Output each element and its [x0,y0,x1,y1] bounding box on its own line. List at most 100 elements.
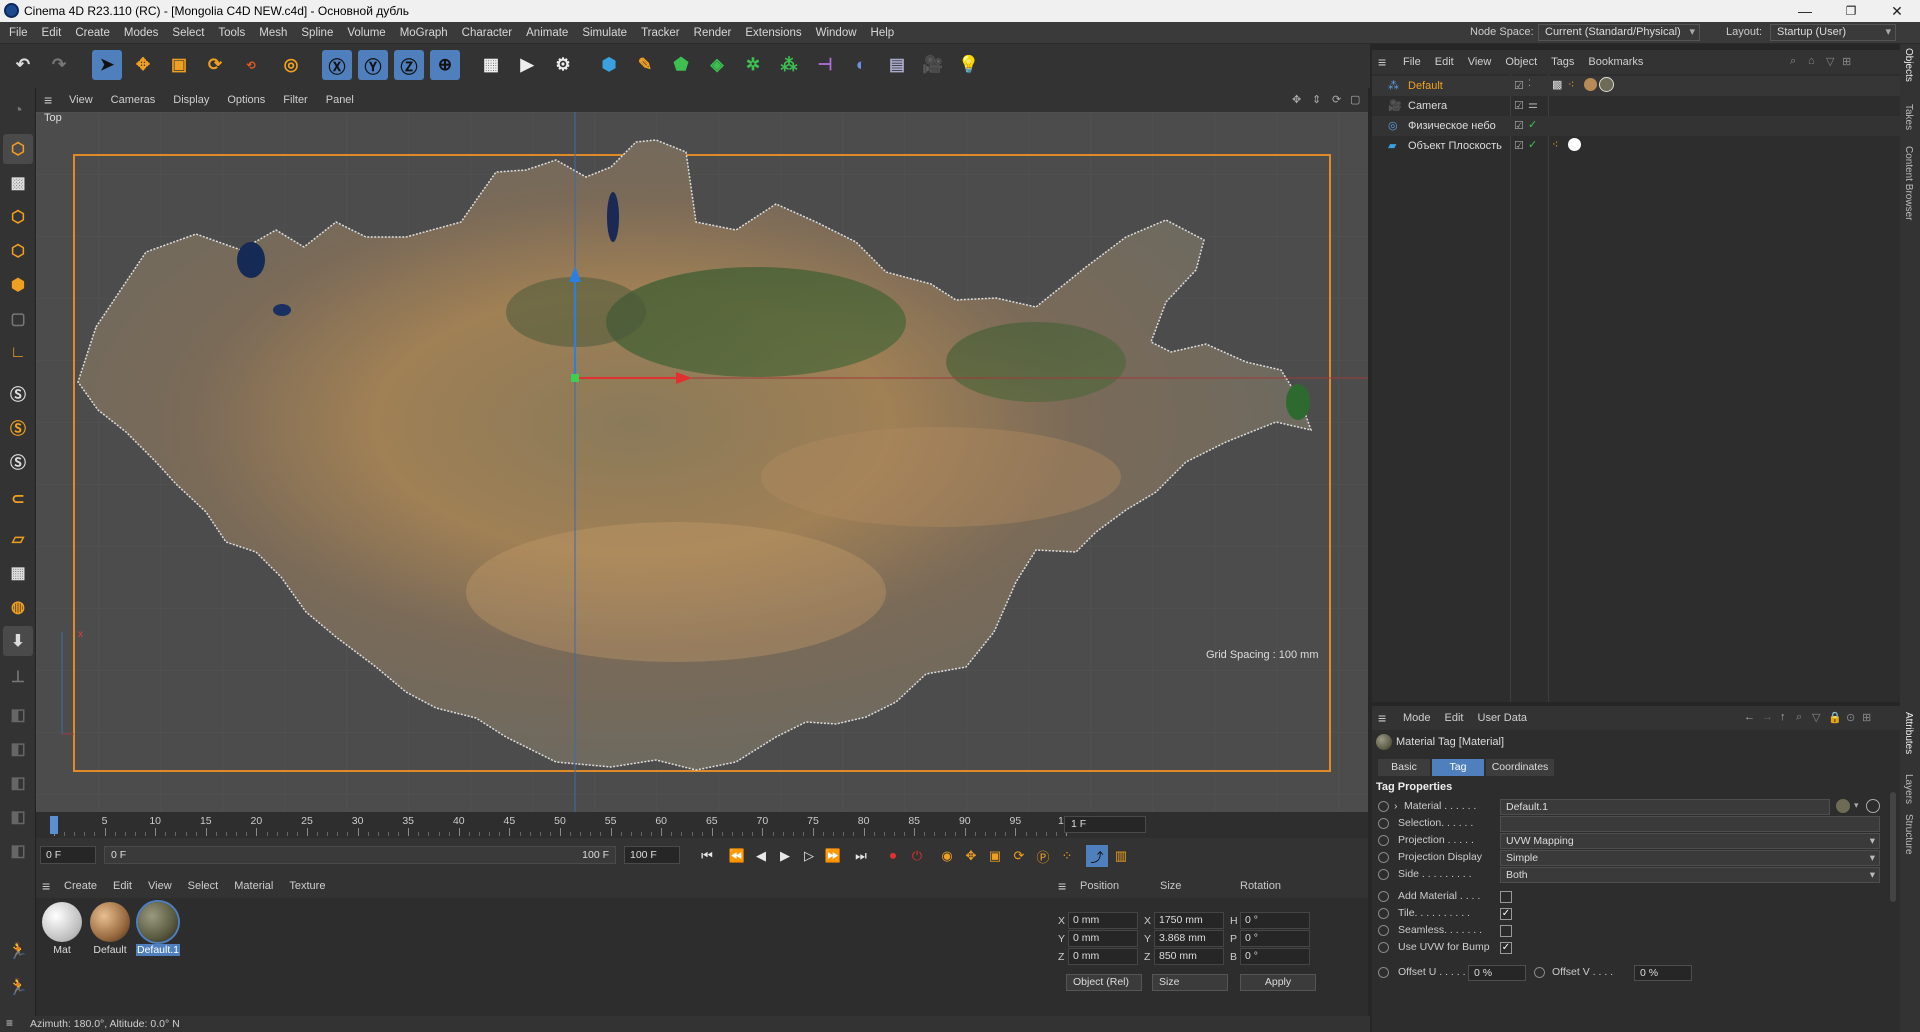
close-button[interactable]: ✕ [1874,0,1920,22]
material-menu-item-3[interactable]: Select [180,874,227,898]
camera-icon[interactable]: 🎥 [918,50,948,80]
go-to-start-icon[interactable]: ⏮ [696,845,718,867]
minimize-button[interactable]: — [1782,0,1828,22]
next-frame-icon[interactable]: ▷ [798,845,820,867]
object-add-icon[interactable]: ⊞ [1842,55,1851,68]
points-mode-icon[interactable]: ⬡ [3,202,33,232]
menu-item-10[interactable]: Character [455,22,520,44]
keyframe-radio-icon[interactable] [1378,908,1389,919]
visibility-toggle-icon[interactable]: ☑ [1514,119,1524,132]
tile-checkbox[interactable]: ✓ [1500,908,1512,920]
character-tool-icon[interactable]: 🏃 [3,936,33,966]
size-y-field[interactable]: 3.868 mm [1154,930,1224,947]
object-row-camera[interactable]: 🎥 Camera ☑ ⚌ [1372,96,1900,116]
new-manager-icon[interactable]: ⊙ [1846,711,1855,724]
attribute-menu-item-2[interactable]: User Data [1471,706,1535,730]
object-menu-item-2[interactable]: View [1461,50,1499,74]
viewport-menu-item-3[interactable]: Options [218,88,274,112]
up-arrow-icon[interactable]: ↑ [1780,711,1786,723]
cube-icon[interactable]: ⬢ [594,50,624,80]
tab-objects[interactable]: Objects [1903,48,1914,82]
material-link-field[interactable]: Default.1 [1500,799,1830,815]
object-row-default[interactable]: ⁂ Default ☑ ⁚ ▩ ⁖ [1372,76,1900,96]
solo-hierarchy-icon[interactable]: Ⓢ [3,412,33,442]
material-menu-item-5[interactable]: Texture [281,874,333,898]
menu-item-0[interactable]: File [2,22,35,44]
menu-item-9[interactable]: MoGraph [393,22,455,44]
menu-item-2[interactable]: Create [68,22,117,44]
material-mat[interactable]: Mat [40,902,84,956]
tab-layers[interactable]: Layers [1903,774,1914,804]
polygons-mode-icon[interactable]: ⬢ [3,270,33,300]
attribute-add-icon[interactable]: ⊞ [1862,711,1871,724]
material-pick-icon[interactable] [1866,799,1880,813]
disabled-tool-5-icon[interactable]: ◧ [3,836,33,866]
make-editable-icon[interactable]: ◔ [3,96,33,126]
object-row-physical-sky[interactable]: ◎ Физическое небо ☑ ✓ [1372,116,1900,136]
z-axis-lock-icon[interactable]: Ⓩ [394,50,424,80]
menu-item-13[interactable]: Tracker [634,22,687,44]
object-menu-item-1[interactable]: Edit [1428,50,1461,74]
target-tag-icon[interactable]: ⁖ [1568,78,1574,91]
menu-item-17[interactable]: Help [864,22,902,44]
menu-item-15[interactable]: Extensions [738,22,808,44]
visibility-toggle-icon[interactable]: ☑ [1514,99,1524,112]
apply-button[interactable]: Apply [1240,974,1316,991]
projection-display-dropdown[interactable]: Simple [1500,850,1880,866]
tab-tag[interactable]: Tag [1432,759,1484,776]
scale-tool-icon[interactable]: ▣ [164,50,194,80]
workplane-icon[interactable]: ▱ [3,524,33,554]
frame-range-slider[interactable]: 0 F 100 F [104,846,616,864]
material-menu-item-0[interactable]: Create [56,874,105,898]
seamless-checkbox[interactable] [1500,925,1512,937]
object-home-icon[interactable]: ⌂ [1808,55,1815,67]
render-view-icon[interactable]: ▦ [476,50,506,80]
tab-content-browser[interactable]: Content Browser [1903,146,1914,220]
material-tag-default1-icon[interactable] [1599,77,1614,92]
texture-mode-icon[interactable]: ▩ [3,168,33,198]
menu-item-12[interactable]: Simulate [575,22,634,44]
keyframe-radio-icon[interactable] [1378,942,1389,953]
extrude-icon[interactable]: ◈ [702,50,732,80]
coordinate-system-icon[interactable]: ◎ [276,50,306,80]
bend-deformer-icon[interactable]: ⊣ [810,50,840,80]
disabled-tool-4-icon[interactable]: ◧ [3,802,33,832]
maximize-button[interactable]: ❐ [1828,0,1874,22]
pos-x-field[interactable]: 0 mm [1068,912,1138,929]
layout-dropdown[interactable]: Startup (User) [1770,24,1896,41]
keyframe-radio-icon[interactable] [1378,925,1389,936]
current-frame-field[interactable]: 1 F [1064,816,1146,833]
x-axis-lock-icon[interactable]: Ⓧ [322,50,352,80]
camera-tag-icon[interactable]: ⚌ [1528,98,1538,111]
keyframe-radio-icon[interactable] [1378,835,1389,846]
target-tag-icon[interactable]: ⁖ [1552,138,1558,151]
world-coordinates-icon[interactable]: ⊕ [430,50,460,80]
forward-arrow-icon[interactable]: → [1762,711,1773,723]
checker-tag-icon[interactable]: ▩ [1552,78,1562,91]
render-to-picture-viewer-icon[interactable]: ▶ [512,50,542,80]
visibility-dots-icon[interactable]: ⁚ [1528,78,1531,89]
disabled-tool-1-icon[interactable]: ◧ [3,700,33,730]
use-uvw-for-bump-checkbox[interactable]: ✓ [1500,942,1512,954]
enabled-check-icon[interactable]: ✓ [1528,118,1537,131]
disabled-tool-3-icon[interactable]: ◧ [3,768,33,798]
menu-item-14[interactable]: Render [687,22,739,44]
record-pla-icon[interactable]: ⁘ [1056,845,1078,867]
offset-u-field[interactable]: 0 % [1468,965,1526,981]
snap-icon[interactable]: ⊂ [3,484,33,514]
light-icon[interactable]: 💡 [954,50,984,80]
autokeying-icon[interactable]: ⏻ [906,845,928,867]
object-filter-icon[interactable]: ▽ [1826,55,1834,68]
tab-takes[interactable]: Takes [1903,104,1914,130]
undo-icon[interactable]: ↶ [8,50,38,80]
attribute-menu-item-0[interactable]: Mode [1396,706,1438,730]
menu-item-11[interactable]: Animate [519,22,575,44]
object-menu-item-5[interactable]: Bookmarks [1581,50,1650,74]
timeline-ruler[interactable]: 0510152025303540455055606570758085909510… [36,812,1368,838]
recent-tools-icon[interactable]: ⟲ [236,50,266,80]
viewport-top[interactable]: Top x Grid Spacing : 100 mm [36,112,1368,812]
quantize-icon[interactable]: ⊥ [3,662,33,692]
keyframe-radio-icon[interactable] [1378,801,1389,812]
solo-icon[interactable]: Ⓢ [3,378,33,408]
previous-key-icon[interactable]: ⏪ [726,845,748,867]
